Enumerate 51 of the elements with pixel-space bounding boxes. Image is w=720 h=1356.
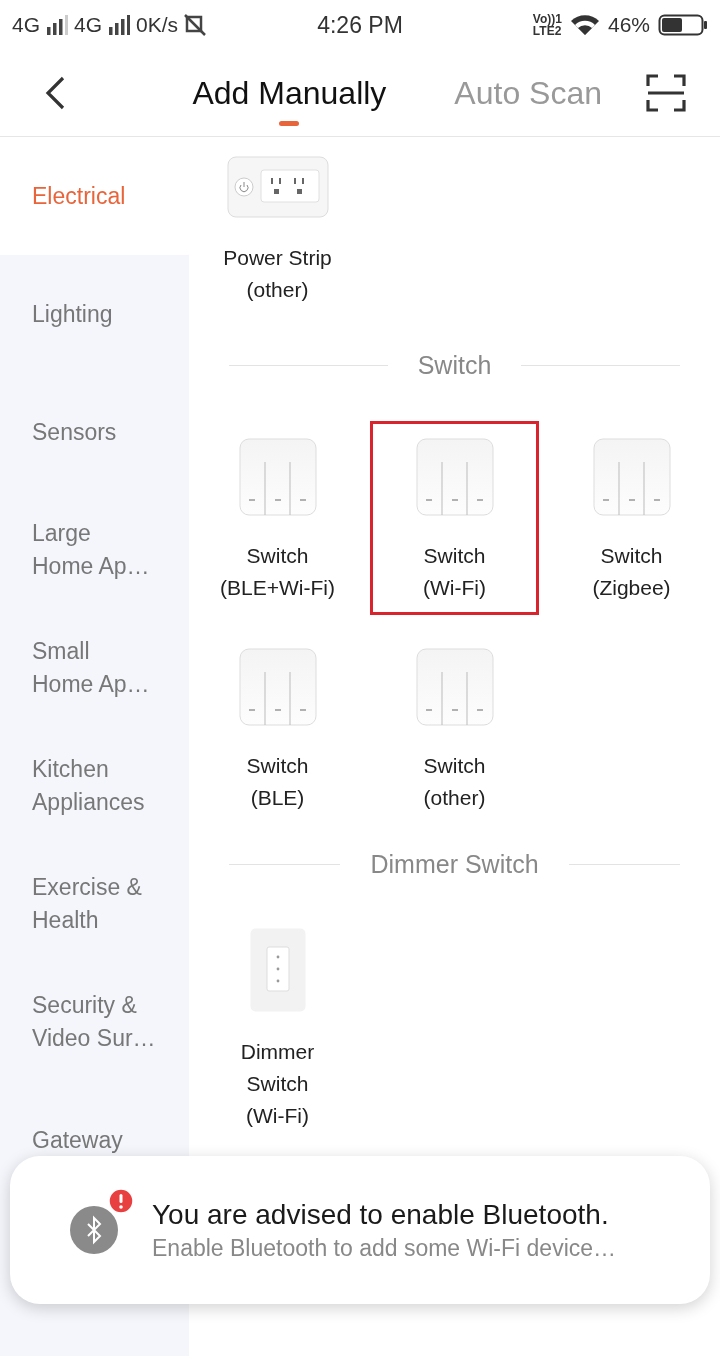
tab[interactable]: Add Manually — [192, 60, 387, 126]
switch-icon — [238, 438, 317, 516]
device-item[interactable]: Switch (Wi-Fi) — [370, 421, 539, 615]
signal-icon — [46, 15, 68, 35]
volte-label: LTE2 — [532, 25, 562, 37]
bluetooth-icon — [70, 1206, 118, 1254]
back-button[interactable] — [44, 76, 66, 110]
toast-title: You are advised to enable Bluetooth. — [152, 1198, 610, 1231]
switch-icon — [415, 438, 494, 516]
screenshot-icon — [184, 14, 207, 36]
wifi-icon — [569, 14, 600, 36]
device-label: Switch (BLE+Wi-Fi) — [220, 543, 335, 601]
device-label: Switch (Wi-Fi) — [423, 543, 486, 601]
network-speed: 0K/s — [136, 13, 179, 37]
device-item[interactable]: Power Strip (other) — [193, 139, 362, 309]
switch-icon — [415, 648, 494, 726]
section-title: Dimmer Switch — [370, 849, 539, 879]
switch-icon — [238, 648, 317, 726]
scan-button[interactable] — [646, 74, 686, 112]
toast-message: Enable Bluetooth to add some Wi-Fi device… — [152, 1234, 617, 1262]
device-item[interactable]: Switch (Zigbee) — [547, 421, 716, 615]
device-item[interactable]: Switch (BLE) — [193, 631, 362, 817]
signal-icon — [108, 15, 131, 35]
category-item[interactable]: Small Home Ap… — [0, 609, 189, 727]
network-type: 4G — [12, 13, 40, 37]
dimmer-switch-icon — [249, 928, 306, 1012]
device-label: Switch (Zigbee) — [592, 543, 671, 601]
category-item[interactable]: Kitchen Appliances — [0, 727, 189, 845]
device-label: Switch (other) — [423, 753, 486, 811]
category-item[interactable]: Large Home Ap… — [0, 491, 189, 609]
category-item[interactable]: Exercise & Health — [0, 845, 189, 963]
device-label: Power Strip (other) — [223, 245, 332, 303]
device-item[interactable]: Switch (other) — [370, 631, 539, 817]
device-item[interactable]: Dimmer Switch (Wi-Fi) — [193, 911, 362, 1135]
alert-icon — [108, 1188, 134, 1214]
network-type: 4G — [74, 13, 103, 37]
section-title: Switch — [417, 350, 492, 380]
battery-icon — [658, 14, 708, 36]
clock: 4:26 PM — [317, 11, 403, 39]
power-strip-icon — [226, 156, 329, 218]
battery-percent: 46% — [607, 13, 650, 37]
category-item[interactable]: Security & Video Sur… — [0, 963, 189, 1081]
category-item[interactable]: Sensors — [0, 373, 189, 491]
device-item[interactable]: Switch (BLE+Wi-Fi) — [193, 421, 362, 615]
category-item[interactable]: Electrical — [0, 137, 189, 255]
device-label: Dimmer Switch (Wi-Fi) — [240, 1039, 315, 1129]
category-item[interactable]: Lighting — [0, 255, 189, 373]
volte-label: Vo))1 — [532, 13, 562, 25]
switch-icon — [592, 438, 671, 516]
tab[interactable]: Auto Scan — [454, 60, 602, 126]
device-label: Switch (BLE) — [246, 753, 309, 811]
